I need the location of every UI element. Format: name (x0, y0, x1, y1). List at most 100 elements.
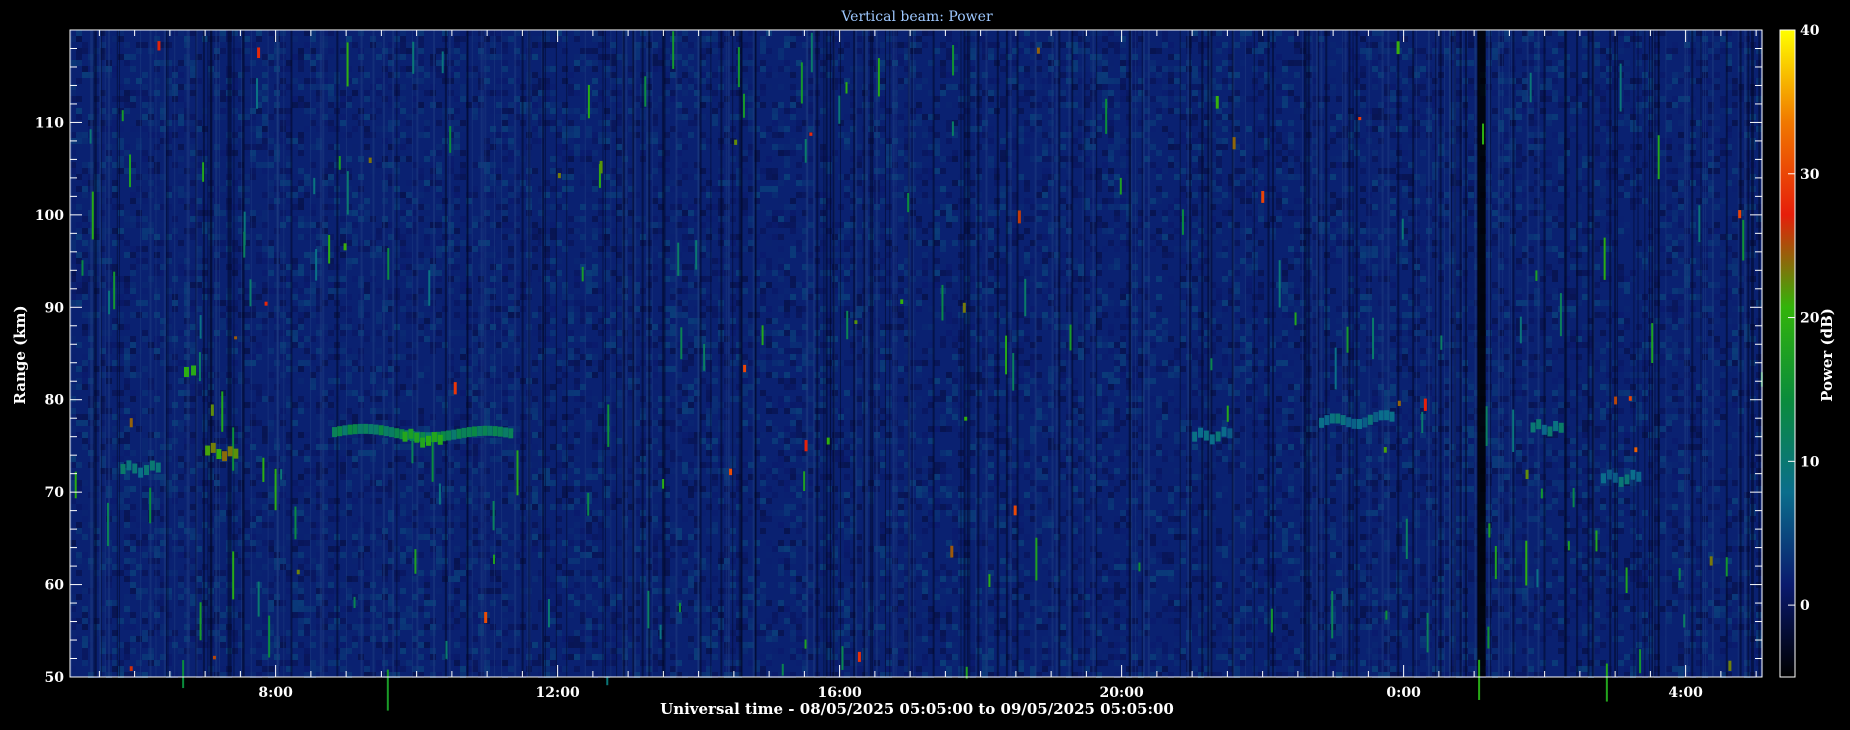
heatmap-cell (70, 462, 76, 468)
heatmap-cell (670, 186, 676, 192)
heatmap-cell (298, 180, 304, 186)
heatmap-cell (532, 432, 538, 438)
heatmap-cell (70, 162, 76, 168)
heatmap-cell (268, 594, 274, 600)
heatmap-cell (154, 630, 160, 636)
heatmap-cell (670, 318, 676, 324)
heatmap-cell (70, 120, 76, 126)
heatmap-cell (430, 660, 436, 666)
heatmap-cell (220, 666, 226, 672)
heatmap-cell (430, 306, 436, 312)
heatmap-cell (484, 372, 490, 378)
heatmap-cell (292, 282, 298, 288)
heatmap-cell (82, 162, 88, 168)
heatmap-cell (190, 408, 196, 414)
heatmap-cell (454, 642, 460, 648)
heatmap-cell (556, 366, 562, 372)
heatmap-cell (142, 408, 148, 414)
heatmap-cell (124, 396, 130, 402)
heatmap-cell (352, 330, 358, 336)
heatmap-cell (508, 36, 514, 42)
heatmap-cell (424, 516, 430, 522)
heatmap-cell (190, 432, 196, 438)
heatmap-cell (436, 570, 442, 576)
heatmap-cell (130, 372, 136, 378)
heatmap-cell (418, 192, 424, 198)
heatmap-cell (364, 126, 370, 132)
heatmap-cell (352, 222, 358, 228)
heatmap-cell (262, 312, 268, 318)
heatmap-cell (76, 54, 82, 60)
heatmap-cell (568, 420, 574, 426)
heatmap-cell (142, 450, 148, 456)
heatmap-cell (298, 96, 304, 102)
heatmap-cell (298, 396, 304, 402)
heatmap-cell (454, 48, 460, 54)
heatmap-cell (532, 168, 538, 174)
heatmap-cell (508, 492, 514, 498)
heatmap-cell (124, 522, 130, 528)
heatmap-cell (670, 582, 676, 588)
heatmap-cell (586, 342, 592, 348)
heatmap-cell (502, 36, 508, 42)
heatmap-cell (232, 30, 238, 36)
heatmap-cell (550, 108, 556, 114)
heatmap-cell (364, 504, 370, 510)
heatmap-cell (124, 222, 130, 228)
heatmap-cell (484, 192, 490, 198)
heatmap-cell (328, 624, 334, 630)
heatmap-cell (406, 300, 412, 306)
heatmap-cell (436, 240, 442, 246)
heatmap-cell (328, 96, 334, 102)
heatmap-cell (502, 534, 508, 540)
heatmap-cell (124, 624, 130, 630)
heatmap-cell (130, 96, 136, 102)
heatmap-cell (454, 528, 460, 534)
heatmap-cell (256, 348, 262, 354)
heatmap-cell (382, 528, 388, 534)
heatmap-cell (424, 120, 430, 126)
heatmap-cell (508, 252, 514, 258)
heatmap-cell (502, 342, 508, 348)
heatmap-cell (418, 78, 424, 84)
heatmap-cell (352, 462, 358, 468)
heatmap-cell (262, 384, 268, 390)
heatmap-cell (490, 588, 496, 594)
heatmap-cell (460, 390, 466, 396)
heatmap-cell (490, 324, 496, 330)
heatmap-cell (418, 420, 424, 426)
heatmap-cell (568, 606, 574, 612)
heatmap-cell (484, 210, 490, 216)
heatmap-cell (232, 534, 238, 540)
heatmap-cell (82, 300, 88, 306)
heatmap-cell (502, 78, 508, 84)
heatmap-cell (82, 438, 88, 444)
heatmap-cell (652, 630, 658, 636)
heatmap-cell (154, 234, 160, 240)
heatmap-cell (430, 618, 436, 624)
heatmap-cell (142, 630, 148, 636)
heatmap-cell (364, 636, 370, 642)
heatmap-cell (502, 330, 508, 336)
heatmap-cell (70, 426, 76, 432)
heatmap-cell (76, 264, 82, 270)
heatmap-cell (130, 588, 136, 594)
heatmap-cell (280, 126, 286, 132)
heatmap-cell (364, 546, 370, 552)
heatmap-cell (670, 552, 676, 558)
heatmap-cell (574, 366, 580, 372)
heatmap-cell (154, 570, 160, 576)
heatmap-cell (532, 360, 538, 366)
heatmap-cell (400, 108, 406, 114)
heatmap-cell (202, 222, 208, 228)
heatmap-cell (82, 378, 88, 384)
heatmap-cell (76, 132, 82, 138)
heatmap-cell (292, 480, 298, 486)
heatmap-cell (652, 522, 658, 528)
heatmap-cell (292, 186, 298, 192)
heatmap-cell (298, 264, 304, 270)
heatmap-cell (532, 546, 538, 552)
heatmap-cell (556, 150, 562, 156)
heatmap-cell (280, 636, 286, 642)
heatmap-cell (118, 48, 124, 54)
